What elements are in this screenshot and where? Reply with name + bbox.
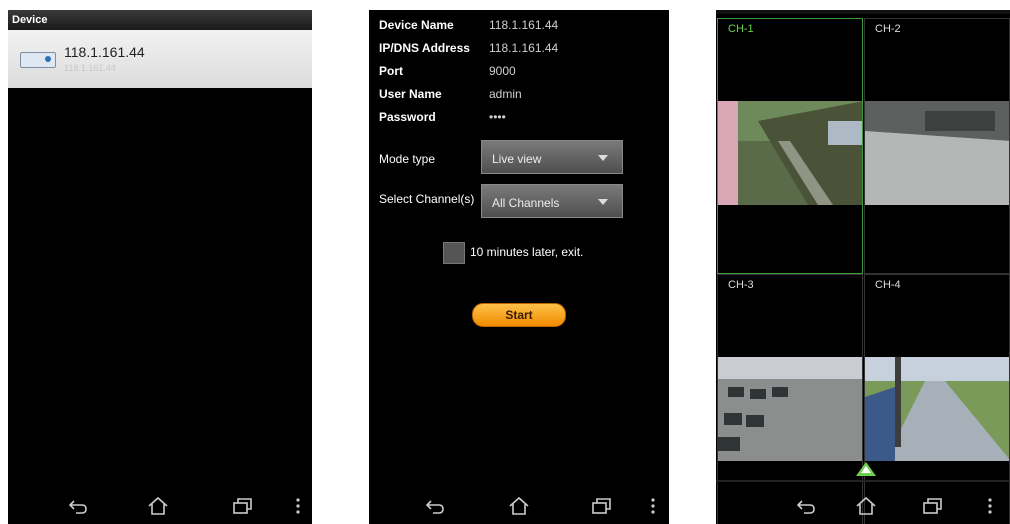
mode-type-value: Live view (492, 152, 542, 166)
home-icon[interactable] (146, 494, 170, 518)
home-icon[interactable] (854, 494, 878, 518)
channel-tile-4[interactable]: CH-4 (864, 274, 1010, 524)
field-label: IP/DNS Address (379, 41, 470, 55)
recent-apps-icon[interactable] (920, 494, 944, 518)
menu-dots-icon[interactable] (978, 494, 1002, 518)
ptz-up-icon[interactable] (856, 462, 876, 476)
field-label: Port (379, 64, 403, 78)
mode-type-select[interactable]: Live view (481, 140, 623, 174)
chevron-down-icon (598, 199, 608, 205)
auto-exit-checkbox[interactable] (443, 242, 465, 264)
field-label: Password (379, 110, 436, 124)
android-nav-bar (8, 488, 312, 524)
device-list-screen: Device 118.1.161.44 118.1.161.44 (8, 10, 312, 524)
camera-feed-2 (865, 101, 1009, 205)
channel-tile-2[interactable]: CH-2 (864, 18, 1010, 274)
menu-dots-icon[interactable] (286, 494, 310, 518)
menu-dots-icon[interactable] (641, 494, 665, 518)
channel-label: CH-1 (728, 23, 754, 35)
back-icon[interactable] (66, 494, 90, 518)
device-icon (20, 52, 56, 68)
field-value: 118.1.161.44 (489, 18, 559, 32)
camera-feed-4 (865, 357, 1009, 461)
field-label: Device Name (379, 18, 454, 32)
android-nav-bar (716, 488, 1010, 524)
device-address: 118.1.161.44 (64, 63, 116, 73)
channel-label: CH-3 (728, 279, 754, 291)
camera-feed-1 (718, 101, 862, 205)
channel-label: CH-4 (875, 279, 901, 291)
device-settings-screen: Device Name 118.1.161.44 IP/DNS Address … (369, 10, 669, 524)
channel-tile-3[interactable]: CH-3 (717, 274, 863, 524)
channels-value: All Channels (492, 196, 560, 210)
auto-exit-label: 10 minutes later, exit. (470, 245, 584, 259)
mode-type-label: Mode type (379, 152, 436, 166)
recent-apps-icon[interactable] (230, 494, 254, 518)
channels-select[interactable]: All Channels (481, 184, 623, 218)
divider (716, 480, 1010, 482)
field-value: 118.1.161.44 (489, 41, 559, 55)
field-value: •••• (489, 110, 506, 124)
channel-label: CH-2 (875, 23, 901, 35)
screen-title: Device (8, 10, 312, 30)
field-value: 9000 (489, 64, 516, 78)
status-bar (716, 10, 1010, 14)
android-nav-bar (369, 488, 669, 524)
start-button[interactable]: Start (472, 303, 566, 327)
channel-tile-1[interactable]: CH-1 (717, 18, 863, 274)
back-icon[interactable] (423, 494, 447, 518)
camera-feed-3 (718, 357, 862, 461)
chevron-down-icon (598, 155, 608, 161)
field-label: User Name (379, 87, 442, 101)
select-channels-label: Select Channel(s) (379, 192, 475, 206)
device-list-item[interactable]: 118.1.161.44 118.1.161.44 (8, 30, 312, 88)
home-icon[interactable] (507, 494, 531, 518)
device-name: 118.1.161.44 (64, 44, 145, 60)
back-icon[interactable] (794, 494, 818, 518)
recent-apps-icon[interactable] (589, 494, 613, 518)
field-value: admin (489, 87, 522, 101)
live-view-screen: CH-1 CH-2 CH-3 CH-4 (716, 10, 1010, 524)
